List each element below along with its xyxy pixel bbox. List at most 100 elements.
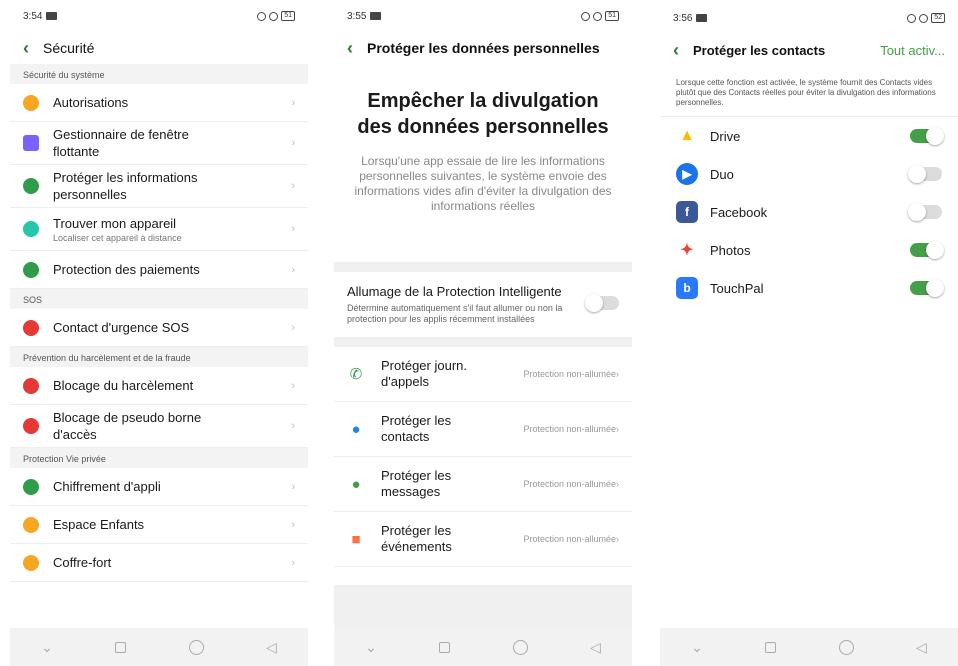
recent-apps-icon[interactable] [765,641,777,653]
back-arrow-icon[interactable]: ‹ [347,38,367,59]
hotspot-icon [23,418,39,434]
page-title: Sécurité [43,40,95,56]
location-icon [257,11,267,21]
app-toggle[interactable] [910,279,944,297]
app-name: Duo [710,166,734,182]
phone-icon: ✆ [349,366,363,383]
nav-down-icon[interactable]: ⌄ [691,639,703,656]
chevron-right-icon: › [616,424,619,434]
empty-area [334,585,632,628]
drive-icon: ▲ [679,127,695,144]
protection-item[interactable]: ● Protéger les contacts Protection non-all… [334,402,632,457]
app-row[interactable]: b TouchPal [660,269,958,307]
settings-item-label: Coffre-fort [53,555,112,570]
nav-down-icon[interactable]: ⌄ [365,639,377,656]
alarm-icon [919,13,929,23]
home-icon[interactable] [838,639,854,655]
settings-item[interactable]: Trouver mon appareil Localiser cet appare… [10,208,308,251]
chevron-right-icon: › [291,180,295,192]
enable-all-button[interactable]: Tout activ... [880,43,945,58]
settings-item[interactable]: Gestionnaire de fenêtre flottante › [10,122,308,165]
settings-item-label: Espace Enfants [53,517,145,532]
hero-description: Lorsqu'une app essaie de lire les inform… [354,154,612,213]
settings-item[interactable]: Coffre-fort › [10,544,308,582]
settings-item[interactable]: Autorisations › [10,84,308,122]
chevron-right-icon: › [616,479,619,489]
chevron-right-icon: › [291,321,295,334]
back-icon[interactable]: ◁ [266,639,277,656]
back-arrow-icon[interactable]: ‹ [673,40,693,61]
image-notification-icon [46,12,58,20]
settings-item[interactable]: Protéger les informations personnelles › [10,165,308,208]
chevron-right-icon: › [291,137,295,149]
protection-item[interactable]: ● Protéger les messages Protection non-all… [334,457,632,512]
feature-description: Lorsque cette fonction est activée, le s… [660,66,958,117]
settings-item[interactable]: Contact d'urgence SOS › [10,309,308,347]
contact-icon: ● [351,420,361,438]
settings-item-label: Autorisations [53,95,129,110]
back-arrow-icon[interactable]: ‹ [23,38,43,59]
smart-protection-toggle[interactable] [585,294,619,312]
settings-item-subtitle: Localiser cet appareil à distance [53,232,182,243]
home-icon[interactable] [188,639,204,655]
nav-down-icon[interactable]: ⌄ [41,639,53,656]
chevron-right-icon: › [616,369,619,379]
recent-apps-icon[interactable] [115,641,127,653]
settings-item-label: Blocage de pseudo borne d'accès [53,410,202,442]
app-row[interactable]: ✦ Photos [660,231,958,269]
screenshot-collage: 3:54 51 ‹ Sécurité Sécurité du système Au… [0,0,958,666]
sos-icon [23,319,39,336]
settings-item[interactable]: Protection des paiements › [10,251,308,289]
status-time: 3:56 [673,12,693,24]
app-name: TouchPal [710,280,764,296]
chevron-right-icon: › [291,96,295,109]
section-header: Protection Vie privée [10,448,308,468]
protection-status: Protection non-allumée [523,369,616,379]
shield-icon [23,94,39,111]
title-bar: ‹ Protéger les données personnelles [334,32,632,64]
chevron-right-icon: › [291,480,295,493]
app-toggle[interactable] [908,203,942,221]
settings-item-label: Protéger les informations personnelles [53,170,198,202]
back-icon[interactable]: ◁ [916,639,927,656]
chevron-right-icon: › [291,518,295,531]
protection-item-label: Protéger les messages [381,468,452,499]
app-row[interactable]: ▲ Drive [660,117,958,155]
smart-protection-subtitle: Détermine automatiquement s'il faut allu… [347,303,563,324]
settings-item-label: Contact d'urgence SOS [53,320,190,335]
settings-item[interactable]: Espace Enfants › [10,506,308,544]
image-notification-icon [696,14,708,22]
app-name: Drive [710,128,741,144]
protection-item-label: Protéger les événements [381,523,452,554]
hero-section: Empêcher la divulgation des données pers… [334,64,632,262]
settings-item-label: Chiffrement d'appli [53,479,161,494]
chevron-right-icon: › [291,379,295,392]
recent-apps-icon[interactable] [439,641,451,653]
settings-item[interactable]: Blocage de pseudo borne d'accès › [10,405,308,448]
security-settings-screen: 3:54 51 ‹ Sécurité Sécurité du système Au… [10,0,308,666]
app-toggle[interactable] [908,165,942,183]
app-name: Photos [710,242,751,258]
block-icon [23,377,39,394]
protection-item[interactable]: ■ Protéger les événements Protection non-a… [334,512,632,567]
protection-item[interactable]: ✆ Protéger journ. d'appels Protection non-… [334,347,632,402]
app-toggle[interactable] [910,241,944,259]
protection-status: Protection non-allumée [523,534,616,544]
smart-protection-row[interactable]: Allumage de la Protection Intelligente D… [334,272,632,337]
navigation-bar: ⌄ ◁ [10,628,308,666]
app-toggle[interactable] [910,127,944,145]
back-icon[interactable]: ◁ [590,639,601,656]
chevron-right-icon: › [291,556,295,569]
shield-dollar-icon [23,261,39,278]
settings-item[interactable]: Chiffrement d'appli › [10,468,308,506]
settings-list: Sécurité du système Autorisations › Gestion… [10,64,308,582]
chevron-right-icon: › [291,420,295,432]
app-row[interactable]: ▶ Duo [660,155,958,193]
home-icon[interactable] [512,639,528,655]
app-row[interactable]: f Facebook [660,193,958,231]
settings-item-label: Blocage du harcèlement [53,378,194,393]
section-header: Sécurité du système [10,64,308,84]
navigation-bar: ⌄ ◁ [660,628,958,666]
protect-contacts-screen: 3:56 52 ‹ Protéger les contacts Tout act… [660,0,958,666]
settings-item[interactable]: Blocage du harcèlement › [10,367,308,405]
